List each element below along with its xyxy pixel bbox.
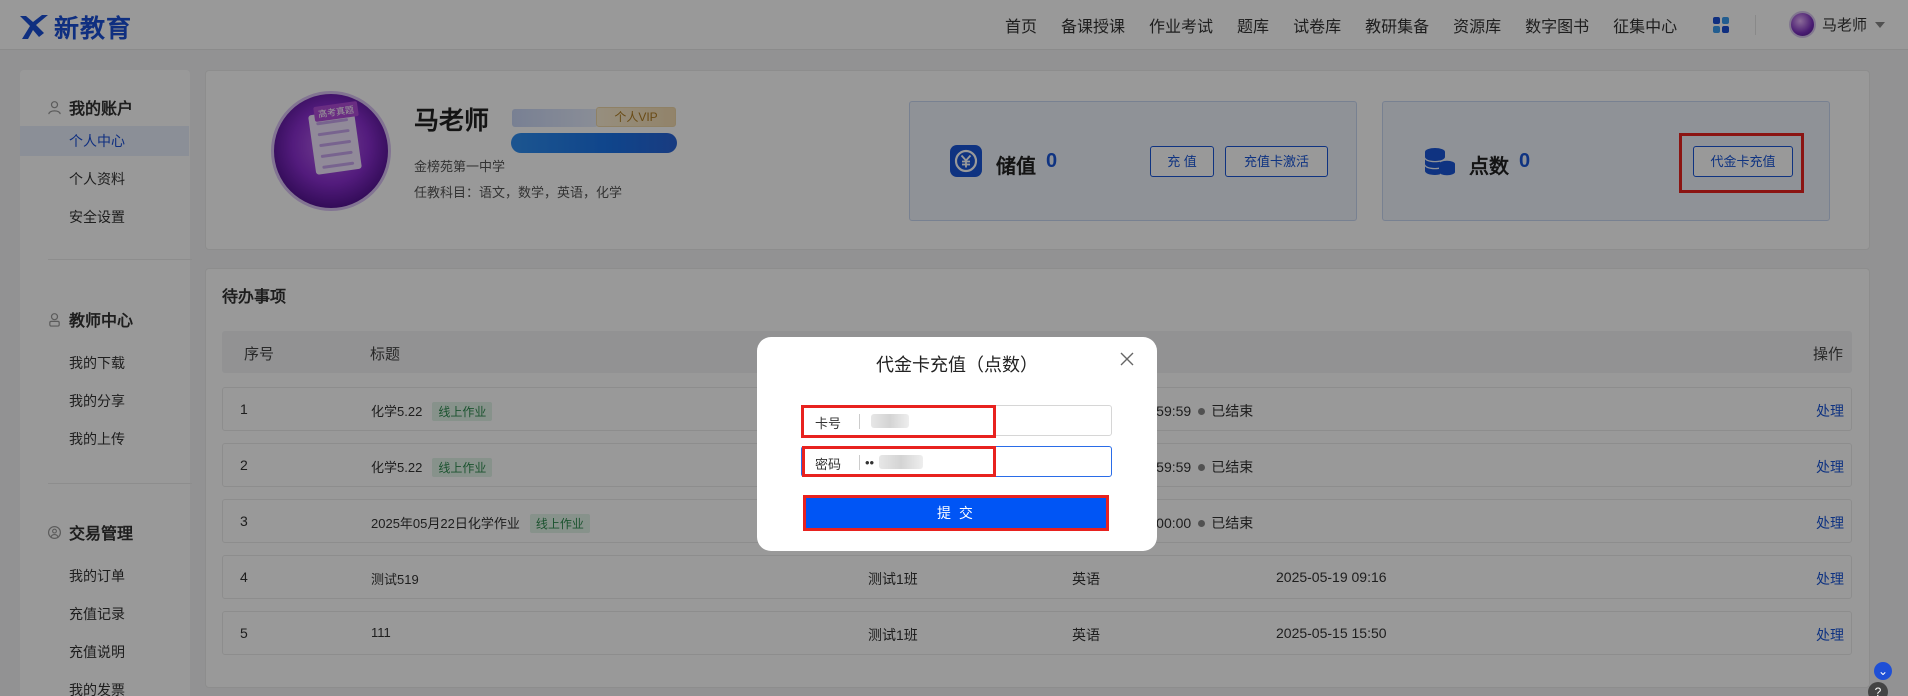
- redacted-value: [879, 455, 923, 469]
- card-number-label: 卡号: [815, 416, 842, 431]
- close-icon[interactable]: [1119, 351, 1135, 367]
- modal-title: 代金卡充值（点数）: [876, 355, 1038, 375]
- field-divider: [859, 455, 860, 470]
- chevron-down-icon[interactable]: ⌄: [1874, 662, 1892, 680]
- password-field: 密码: [801, 446, 1112, 477]
- password-label: 密码: [815, 457, 842, 472]
- help-icon[interactable]: ?: [1868, 682, 1888, 696]
- submit-button[interactable]: 提 交: [805, 497, 1107, 529]
- field-divider: [859, 414, 860, 429]
- card-number-field: 卡号: [801, 405, 1112, 436]
- voucher-recharge-modal: 代金卡充值（点数） 卡号 密码 提 交: [757, 337, 1157, 551]
- redacted-value: [871, 414, 909, 428]
